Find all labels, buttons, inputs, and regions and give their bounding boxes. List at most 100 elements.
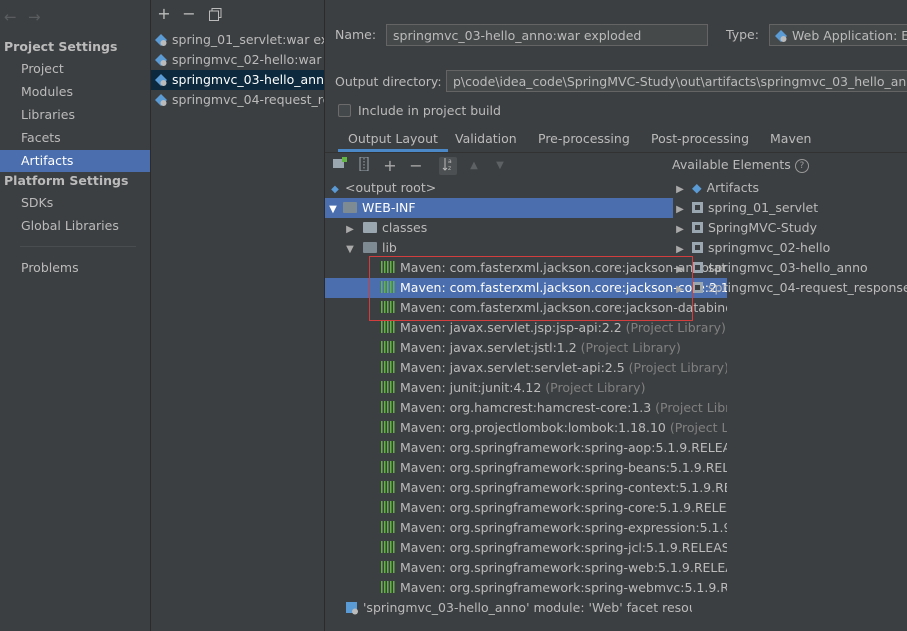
library-row[interactable]: Maven: com.fasterxml.jackson.core:jackso… xyxy=(325,298,727,318)
nav-item-libraries[interactable]: Libraries xyxy=(0,104,150,126)
nav-item-project[interactable]: Project xyxy=(0,58,150,80)
available-module[interactable]: ▶ springmvc_03-hello_anno xyxy=(674,258,868,278)
library-row[interactable]: Maven: com.fasterxml.jackson.core:jackso… xyxy=(325,278,727,298)
library-row[interactable]: Maven: javax.servlet.jsp:jsp-api:2.2 (Pr… xyxy=(325,318,727,338)
remove-artifact-button[interactable]: − xyxy=(181,4,197,23)
artifact-item[interactable]: spring_01_servlet:war exploded xyxy=(151,30,324,50)
tree-classes[interactable]: ▶ classes xyxy=(325,218,690,238)
move-up-icon[interactable]: ▲ xyxy=(465,157,483,175)
help-icon[interactable]: ? xyxy=(794,159,809,173)
settings-nav: ← → Project Settings Project Modules Lib… xyxy=(0,0,151,631)
web-facet-icon xyxy=(346,602,358,615)
artifact-item[interactable]: springmvc_02-hello:war exploded xyxy=(151,50,324,70)
library-row[interactable]: Maven: junit:junit:4.12 (Project Library… xyxy=(325,378,727,398)
tab-pre-processing[interactable]: Pre-processing xyxy=(538,126,630,152)
nav-divider xyxy=(20,246,136,247)
collapse-arrow-icon[interactable]: ▶ xyxy=(674,220,686,240)
library-row[interactable]: Maven: org.springframework:spring-webmvc… xyxy=(325,578,727,598)
create-directory-icon[interactable] xyxy=(331,157,349,175)
library-suffix: (Project Library) xyxy=(576,340,681,355)
tree-lib[interactable]: ▼ lib xyxy=(325,238,690,258)
library-suffix: (Project Library) xyxy=(624,360,727,375)
svg-text:z: z xyxy=(448,165,451,171)
library-name: Maven: org.springframework:spring-jcl:5.… xyxy=(400,540,727,555)
artifact-item-selected[interactable]: springmvc_03-hello_anno:war exploded xyxy=(151,70,324,90)
project-settings-heading: Project Settings xyxy=(4,39,118,54)
artifact-item[interactable]: springmvc_04-request_response:war explod… xyxy=(151,90,324,110)
collapse-arrow-icon[interactable]: ▶ xyxy=(344,220,356,238)
available-elements-text: Available Elements xyxy=(672,157,791,172)
library-icon xyxy=(381,341,395,353)
collapse-arrow-icon[interactable]: ▶ xyxy=(674,240,686,260)
collapse-arrow-icon[interactable]: ▶ xyxy=(674,200,686,220)
library-icon xyxy=(381,441,395,453)
web-artifact-icon xyxy=(155,54,167,66)
library-icon xyxy=(381,321,395,333)
nav-item-facets[interactable]: Facets xyxy=(0,127,150,149)
nav-item-modules[interactable]: Modules xyxy=(0,81,150,103)
library-icon xyxy=(381,521,395,533)
module-icon xyxy=(692,262,703,273)
library-row[interactable]: Maven: org.springframework:spring-beans:… xyxy=(325,458,727,478)
tree-root[interactable]: ◆ <output root> xyxy=(325,178,675,198)
library-row[interactable]: Maven: org.springframework:spring-core:5… xyxy=(325,498,727,518)
move-down-icon[interactable]: ▼ xyxy=(491,157,509,175)
library-suffix: (Project Library) xyxy=(541,380,646,395)
nav-item-problems[interactable]: Problems xyxy=(0,257,150,279)
forward-arrow-icon[interactable]: → xyxy=(28,8,41,26)
library-row[interactable]: Maven: javax.servlet:servlet-api:2.5 (Pr… xyxy=(325,358,727,378)
remove-element-icon[interactable]: − xyxy=(407,157,425,175)
available-artifacts[interactable]: ▶ ◆ Artifacts xyxy=(674,178,759,198)
name-field[interactable]: springmvc_03-hello_anno:war exploded xyxy=(386,24,708,46)
available-module[interactable]: ▶ spring_01_servlet xyxy=(674,198,818,218)
type-select[interactable]: Web Application: Exploded xyxy=(769,24,907,46)
tree-facet-resources[interactable]: 'springmvc_03-hello_anno' module: 'Web' … xyxy=(325,598,692,618)
expand-arrow-icon[interactable]: ▼ xyxy=(327,200,339,218)
library-row[interactable]: Maven: com.fasterxml.jackson.core:jackso… xyxy=(325,258,727,278)
library-icon xyxy=(381,421,395,433)
artifacts-list-panel: + − spring_01_servlet:war exploded sprin… xyxy=(151,0,325,631)
available-module[interactable]: ▶ SpringMVC-Study xyxy=(674,218,817,238)
artifact-label: spring_01_servlet:war exploded xyxy=(172,32,324,47)
library-row[interactable]: Maven: org.projectlombok:lombok:1.18.10 … xyxy=(325,418,727,438)
library-name: Maven: org.springframework:spring-aop:5.… xyxy=(400,440,727,455)
collapse-arrow-icon[interactable]: ▶ xyxy=(674,260,686,280)
library-row[interactable]: Maven: org.hamcrest:hamcrest-core:1.3 (P… xyxy=(325,398,727,418)
tab-post-processing[interactable]: Post-processing xyxy=(651,126,749,152)
library-row[interactable]: Maven: javax.servlet:jstl:1.2 (Project L… xyxy=(325,338,727,358)
library-name: Maven: org.springframework:spring-beans:… xyxy=(400,460,727,475)
library-icon xyxy=(381,581,395,593)
add-artifact-button[interactable]: + xyxy=(156,4,172,23)
tab-maven[interactable]: Maven xyxy=(770,126,811,152)
library-name: Maven: org.springframework:spring-expres… xyxy=(400,520,727,535)
library-row[interactable]: Maven: org.springframework:spring-web:5.… xyxy=(325,558,727,578)
tree-web-inf[interactable]: ▼ WEB-INF xyxy=(325,198,673,218)
library-row[interactable]: Maven: org.springframework:spring-expres… xyxy=(325,518,727,538)
library-row[interactable]: Maven: org.springframework:spring-aop:5.… xyxy=(325,438,727,458)
nav-item-global-libraries[interactable]: Global Libraries xyxy=(0,215,150,237)
copy-icon[interactable] xyxy=(207,6,223,25)
tab-validation[interactable]: Validation xyxy=(455,126,517,152)
library-row[interactable]: Maven: org.springframework:spring-jcl:5.… xyxy=(325,538,727,558)
collapse-arrow-icon[interactable]: ▶ xyxy=(674,180,686,200)
library-name: Maven: javax.servlet.jsp:jsp-api:2.2 xyxy=(400,320,622,335)
available-element-label: Artifacts xyxy=(706,180,760,195)
include-in-build-checkbox[interactable] xyxy=(338,104,351,117)
back-arrow-icon[interactable]: ← xyxy=(4,8,17,26)
available-module[interactable]: ▶ springmvc_04-request_response xyxy=(674,278,907,298)
library-suffix: (Project Library) xyxy=(669,420,727,435)
library-name: Maven: javax.servlet:jstl:1.2 xyxy=(400,340,577,355)
sort-elements-icon[interactable]: az xyxy=(439,157,457,175)
nav-item-artifacts[interactable]: Artifacts xyxy=(0,150,150,172)
collapse-arrow-icon[interactable]: ▶ xyxy=(674,280,686,300)
nav-item-sdks[interactable]: SDKs xyxy=(0,192,150,214)
output-directory-field[interactable]: p\code\idea_code\SpringMVC-Study\out\art… xyxy=(446,70,907,92)
expand-arrow-icon[interactable]: ▼ xyxy=(344,240,356,258)
tab-output-layout[interactable]: Output Layout xyxy=(338,126,448,152)
create-archive-icon[interactable] xyxy=(355,156,373,175)
add-copy-of-icon[interactable]: + xyxy=(381,157,399,175)
type-value: Web Application: Exploded xyxy=(792,28,907,43)
available-module[interactable]: ▶ springmvc_02-hello xyxy=(674,238,830,258)
web-artifact-icon xyxy=(155,94,167,106)
library-row[interactable]: Maven: org.springframework:spring-contex… xyxy=(325,478,727,498)
